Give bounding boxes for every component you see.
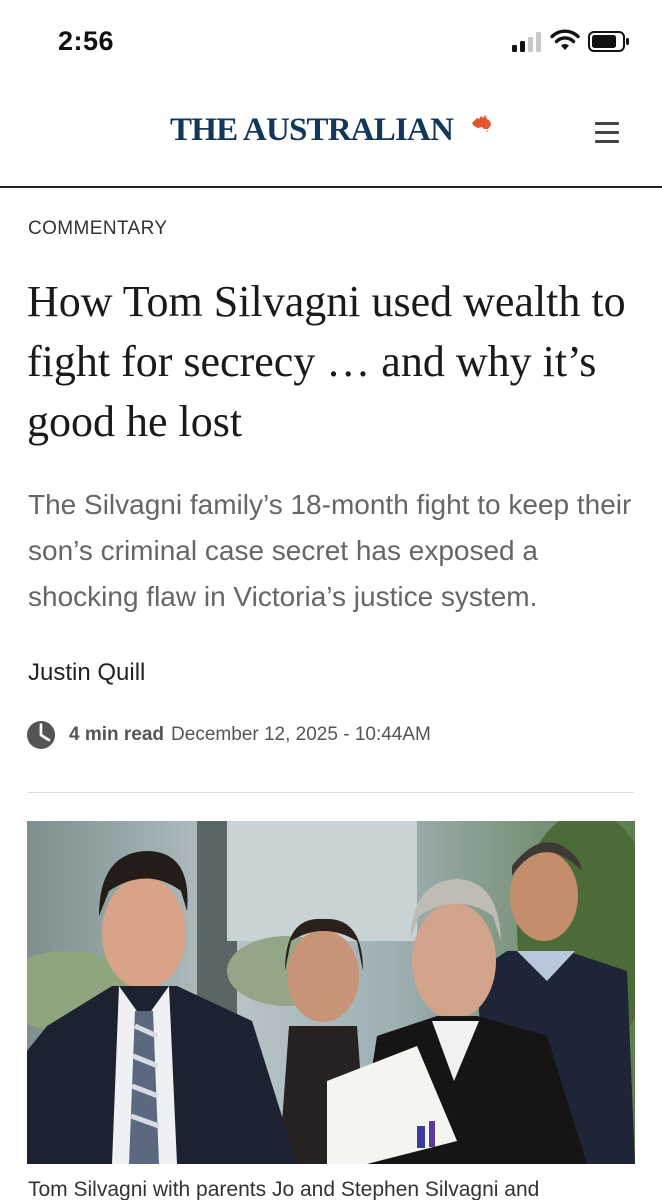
article-meta: 4 min read December 12, 2025 - 10:44AM: [26, 720, 431, 750]
read-time: 4 min read: [69, 724, 165, 745]
article-standfirst: The Silvagni family’s 18-month fight to …: [28, 489, 632, 612]
article-hero-image[interactable]: [27, 821, 635, 1164]
image-caption: Tom Silvagni with parents Jo and Stephen…: [28, 1178, 540, 1200]
cellular-signal-icon: [512, 32, 542, 52]
status-bar: 2:56: [0, 0, 662, 86]
author-byline[interactable]: Justin Quill: [28, 659, 145, 687]
divider: [28, 792, 634, 793]
clock-icon: [27, 721, 55, 749]
article-headline: How Tom Silvagni used wealth to fight fo…: [27, 277, 626, 446]
site-logo[interactable]: THE AUSTRALIAN: [170, 112, 454, 149]
status-time: 2:56: [58, 26, 115, 56]
hamburger-menu-icon[interactable]: [593, 121, 621, 145]
publish-date: December 12, 2025 - 10:44AM: [171, 724, 431, 745]
section-kicker[interactable]: COMMENTARY: [28, 218, 167, 240]
site-header: THE AUSTRALIAN: [0, 86, 662, 188]
wifi-icon: [550, 29, 580, 50]
battery-icon: [588, 31, 629, 52]
australia-map-icon: [472, 115, 491, 132]
